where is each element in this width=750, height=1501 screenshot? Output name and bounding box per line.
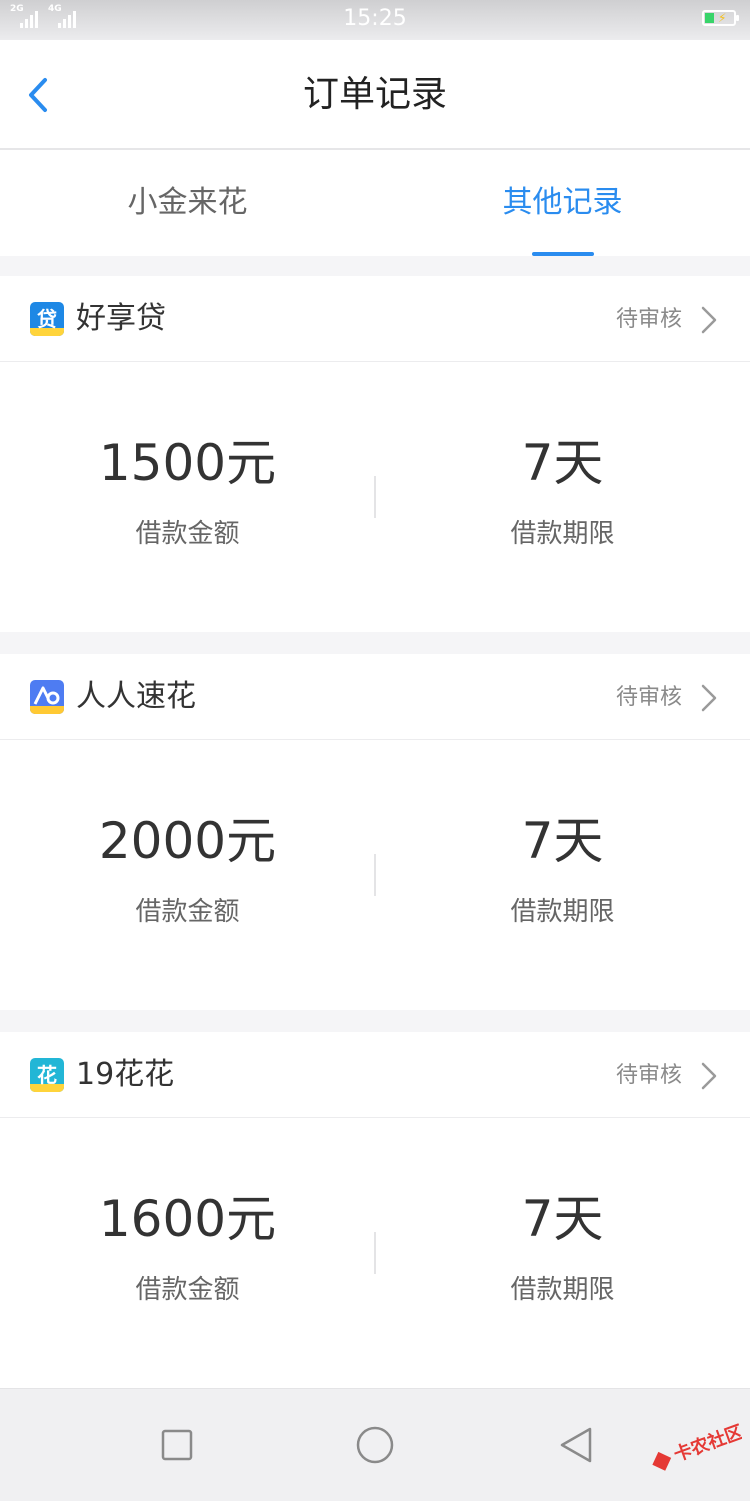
back-triangle-icon[interactable] [556, 1425, 596, 1465]
order-card: 人人速花 待审核 2000元 借款金额 7天 借款期限 [0, 654, 750, 1010]
order-card-header[interactable]: 人人速花 待审核 [0, 654, 750, 740]
chevron-right-icon[interactable] [698, 682, 720, 714]
loan-amount-value: 1500元 [98, 434, 277, 492]
order-card: 贷 好享贷 待审核 1500元 借款金额 7天 借款期限 [0, 276, 750, 632]
tab-xiaojinlaihua[interactable]: 小金来花 [0, 150, 375, 256]
order-brand-name: 好享贷 [76, 301, 166, 336]
loan-term-metric: 7天 借款期限 [375, 740, 750, 930]
order-status: 待审核 [615, 685, 682, 710]
loan-amount-label: 借款金额 [135, 897, 240, 927]
recent-apps-icon[interactable] [157, 1425, 197, 1465]
loan-logo-icon: 贷 [30, 302, 64, 336]
loan-term-value: 7天 [521, 1190, 604, 1248]
loan-term-value: 7天 [521, 434, 604, 492]
status-bar: 2G 4G 15:25 ⚡ [0, 0, 750, 40]
home-icon[interactable] [355, 1425, 395, 1465]
loan-amount-value: 1600元 [98, 1190, 277, 1248]
order-card-body: 1600元 借款金额 7天 借款期限 [0, 1118, 750, 1388]
watermark-text: 卡农社区 [671, 1421, 742, 1466]
order-card-header[interactable]: 花 19花花 待审核 [0, 1032, 750, 1118]
battery-icon: ⚡ [702, 10, 739, 26]
app-header: 订单记录 [0, 40, 750, 150]
loan-term-label: 借款期限 [510, 897, 615, 927]
svg-text:贷: 贷 [37, 307, 57, 331]
huahua-logo-icon: 花 [30, 1058, 64, 1092]
loan-term-metric: 7天 借款期限 [375, 362, 750, 552]
loan-term-metric: 7天 借款期限 [375, 1118, 750, 1308]
status-time: 15:25 [343, 6, 407, 31]
order-brand-name: 人人速花 [76, 679, 196, 714]
order-card-body: 2000元 借款金额 7天 借款期限 [0, 740, 750, 1010]
order-status: 待审核 [615, 307, 682, 332]
loan-amount-metric: 1600元 借款金额 [0, 1118, 375, 1308]
order-card-body: 1500元 借款金额 7天 借款期限 [0, 362, 750, 632]
loan-term-value: 7天 [521, 812, 604, 870]
page-title: 订单记录 [302, 74, 447, 115]
loan-term-label: 借款期限 [510, 1275, 615, 1305]
order-status: 待审核 [615, 1063, 682, 1088]
loan-amount-label: 借款金额 [135, 519, 240, 549]
order-brand-name: 19花花 [76, 1057, 175, 1092]
loan-amount-label: 借款金额 [135, 1275, 240, 1305]
watermark-logo: 卡农社区 [642, 1410, 746, 1480]
chevron-right-icon[interactable] [698, 304, 720, 336]
system-nav-bar [0, 1388, 750, 1501]
svg-text:花: 花 [37, 1063, 57, 1087]
loan-amount-metric: 2000元 借款金额 [0, 740, 375, 930]
loan-amount-value: 2000元 [98, 812, 277, 870]
tab-bar: 小金来花 其他记录 [0, 150, 750, 256]
tab-other-records[interactable]: 其他记录 [375, 150, 750, 256]
order-card-header[interactable]: 贷 好享贷 待审核 [0, 276, 750, 362]
chevron-right-icon[interactable] [698, 1060, 720, 1092]
order-card: 花 19花花 待审核 1600元 借款金额 7天 借款期限 [0, 1032, 750, 1388]
loan-amount-metric: 1500元 借款金额 [0, 362, 375, 552]
loan-term-label: 借款期限 [510, 519, 615, 549]
renren-logo-icon [30, 680, 64, 714]
